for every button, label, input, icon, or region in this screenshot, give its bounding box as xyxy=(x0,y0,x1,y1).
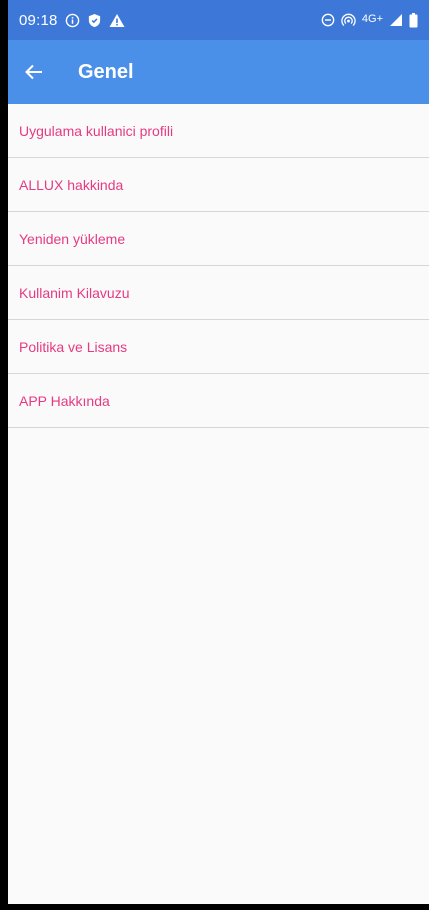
app-screen: 09:18 4G+ Genel Uygulama kullanici profi… xyxy=(8,0,429,904)
hotspot-icon xyxy=(341,13,356,28)
app-bar: Genel xyxy=(8,40,429,104)
status-time: 09:18 xyxy=(19,11,58,29)
settings-menu-list: Uygulama kullanici profili ALLUX hakkind… xyxy=(8,104,429,428)
warning-icon xyxy=(109,13,125,28)
shield-icon xyxy=(87,13,102,28)
battery-icon xyxy=(409,12,418,28)
menu-item-user-manual[interactable]: Kullanim Kilavuzu xyxy=(8,266,429,320)
status-bar-right: 4G+ xyxy=(321,0,418,40)
menu-item-about-allux[interactable]: ALLUX hakkinda xyxy=(8,158,429,212)
status-bar: 09:18 4G+ xyxy=(8,0,429,40)
do-not-disturb-icon xyxy=(321,13,335,27)
signal-icon xyxy=(389,13,403,27)
back-button[interactable] xyxy=(18,56,50,88)
menu-item-policy-license[interactable]: Politika ve Lisans xyxy=(8,320,429,374)
network-type: 4G+ xyxy=(361,13,383,25)
status-bar-left: 09:18 xyxy=(19,0,125,40)
menu-item-user-profile[interactable]: Uygulama kullanici profili xyxy=(8,104,429,158)
info-icon xyxy=(65,13,80,28)
arrow-left-icon xyxy=(25,64,43,80)
page-title: Genel xyxy=(78,61,134,83)
menu-item-about-app[interactable]: APP Hakkında xyxy=(8,374,429,428)
menu-item-reload[interactable]: Yeniden yükleme xyxy=(8,212,429,266)
